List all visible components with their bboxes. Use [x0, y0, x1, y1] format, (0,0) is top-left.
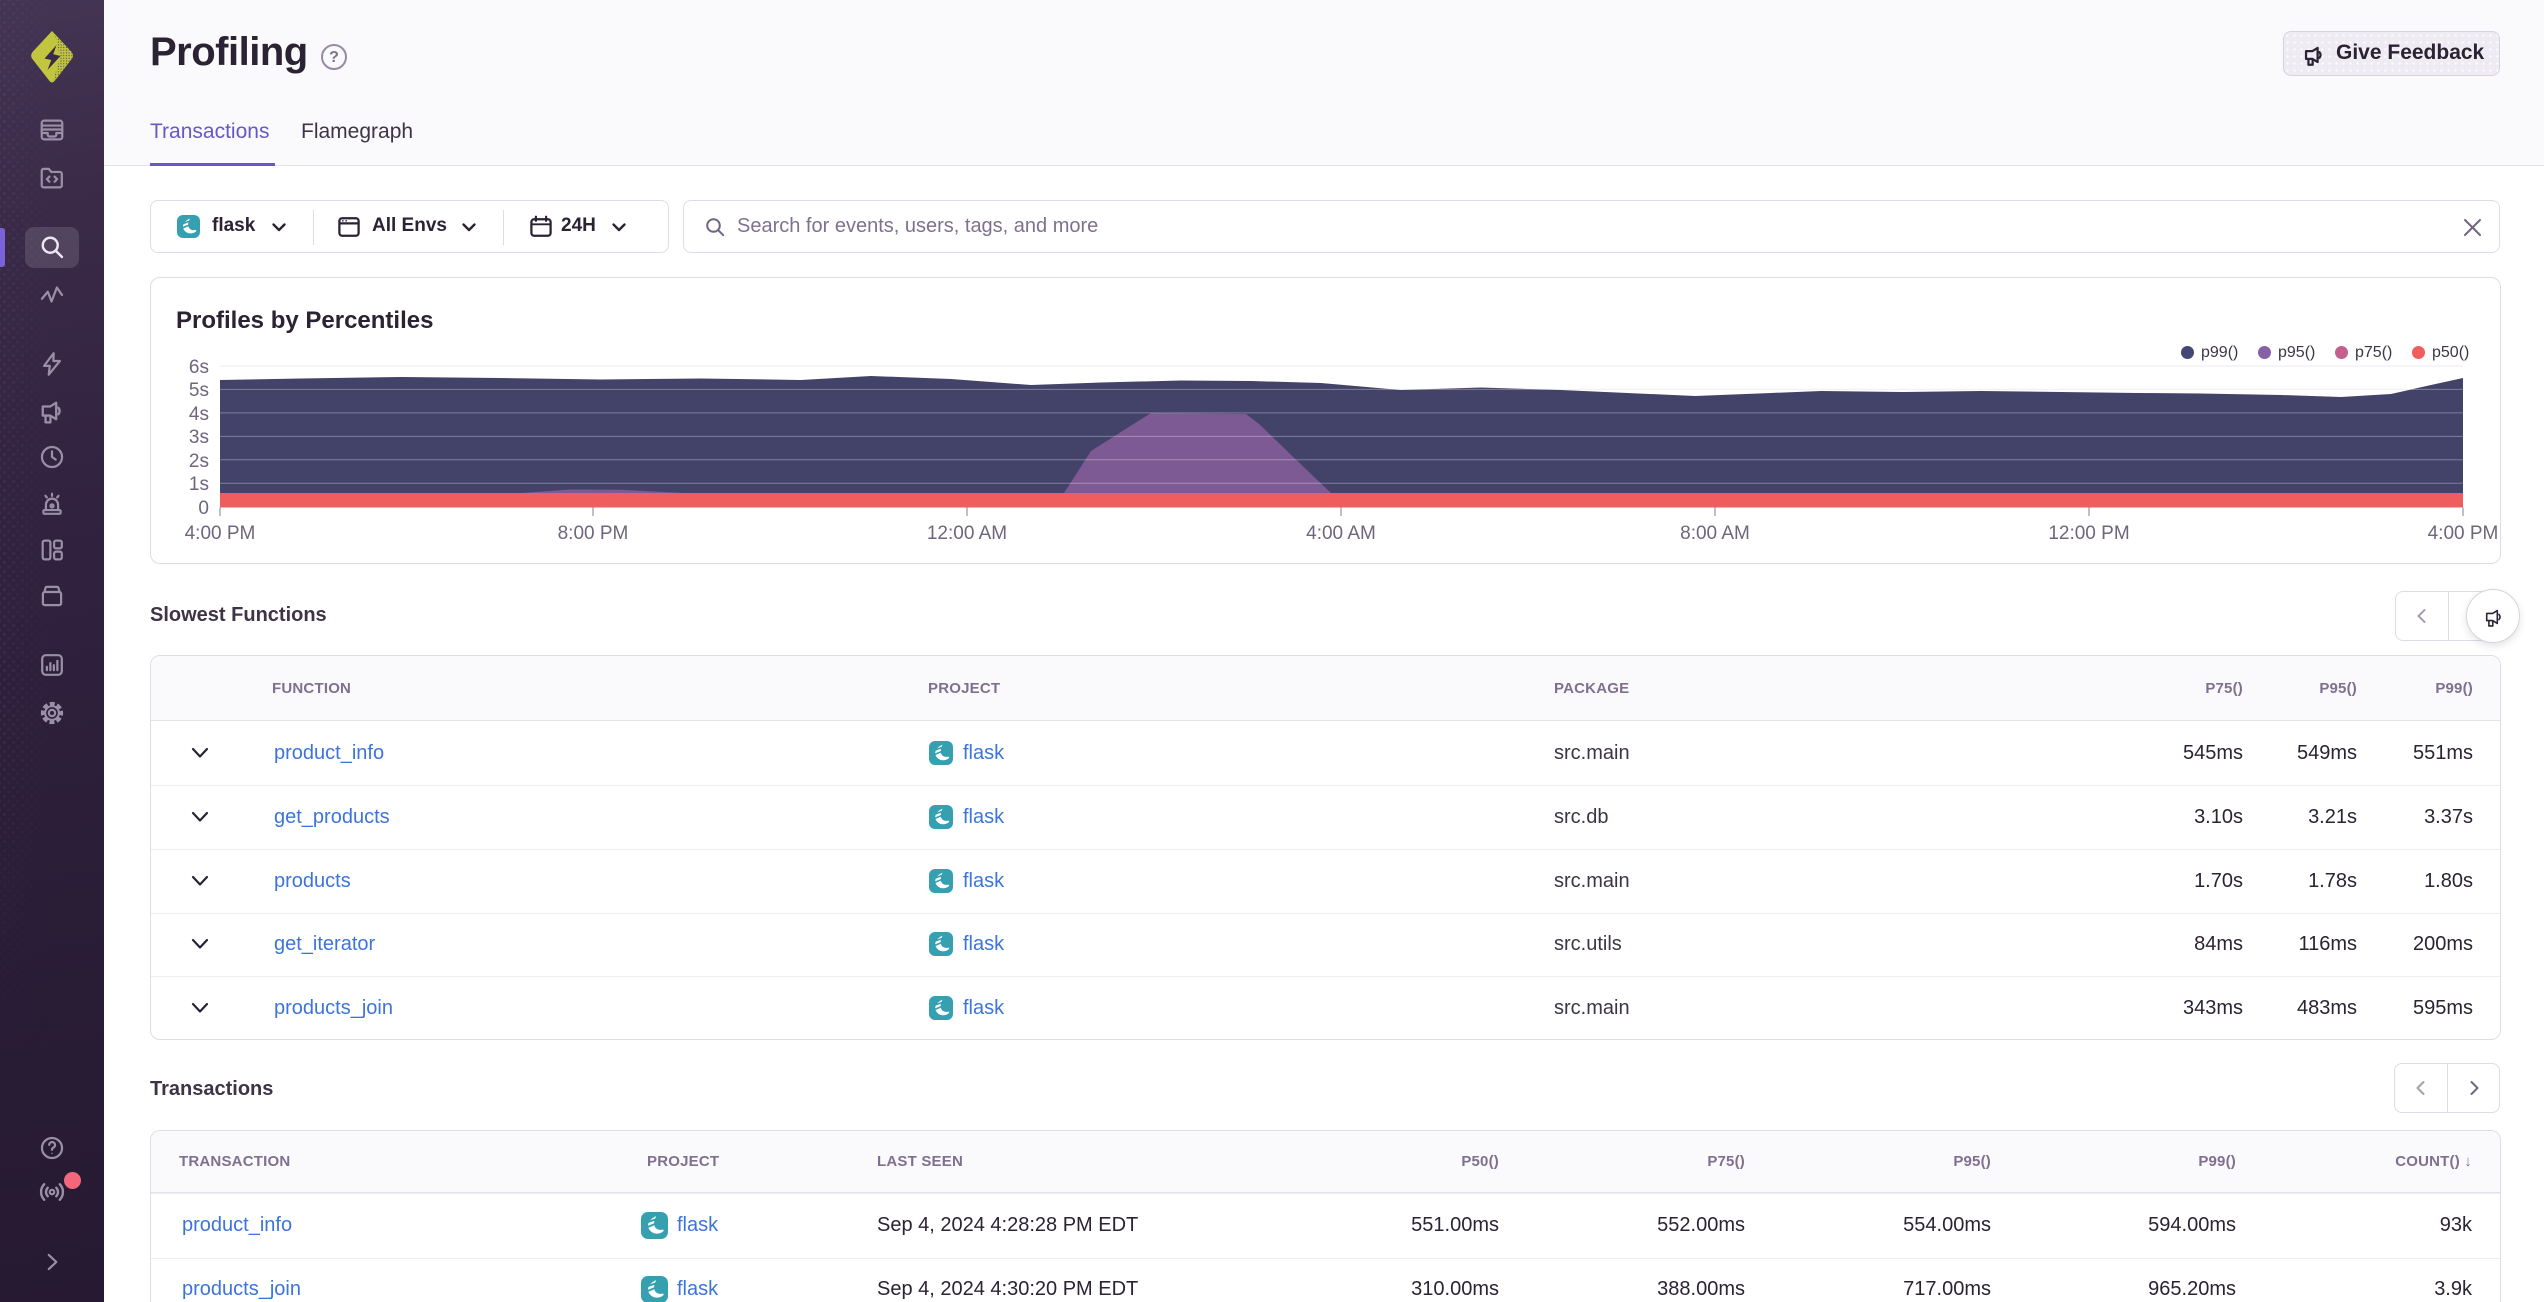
svg-text:3s: 3s [189, 427, 209, 448]
svg-text:1s: 1s [189, 474, 209, 495]
svg-text:4:00 PM: 4:00 PM [185, 523, 256, 544]
svg-text:4:00 PM: 4:00 PM [2428, 523, 2499, 544]
svg-text:12:00 PM: 12:00 PM [2048, 523, 2129, 544]
svg-text:6s: 6s [189, 357, 209, 378]
svg-text:8:00 AM: 8:00 AM [1680, 523, 1750, 544]
svg-text:5s: 5s [189, 380, 209, 401]
svg-text:12:00 AM: 12:00 AM [927, 523, 1007, 544]
svg-text:8:00 PM: 8:00 PM [558, 523, 629, 544]
svg-text:4s: 4s [189, 404, 209, 425]
svg-text:4:00 AM: 4:00 AM [1306, 523, 1376, 544]
svg-text:0: 0 [198, 498, 209, 519]
svg-text:2s: 2s [189, 451, 209, 472]
